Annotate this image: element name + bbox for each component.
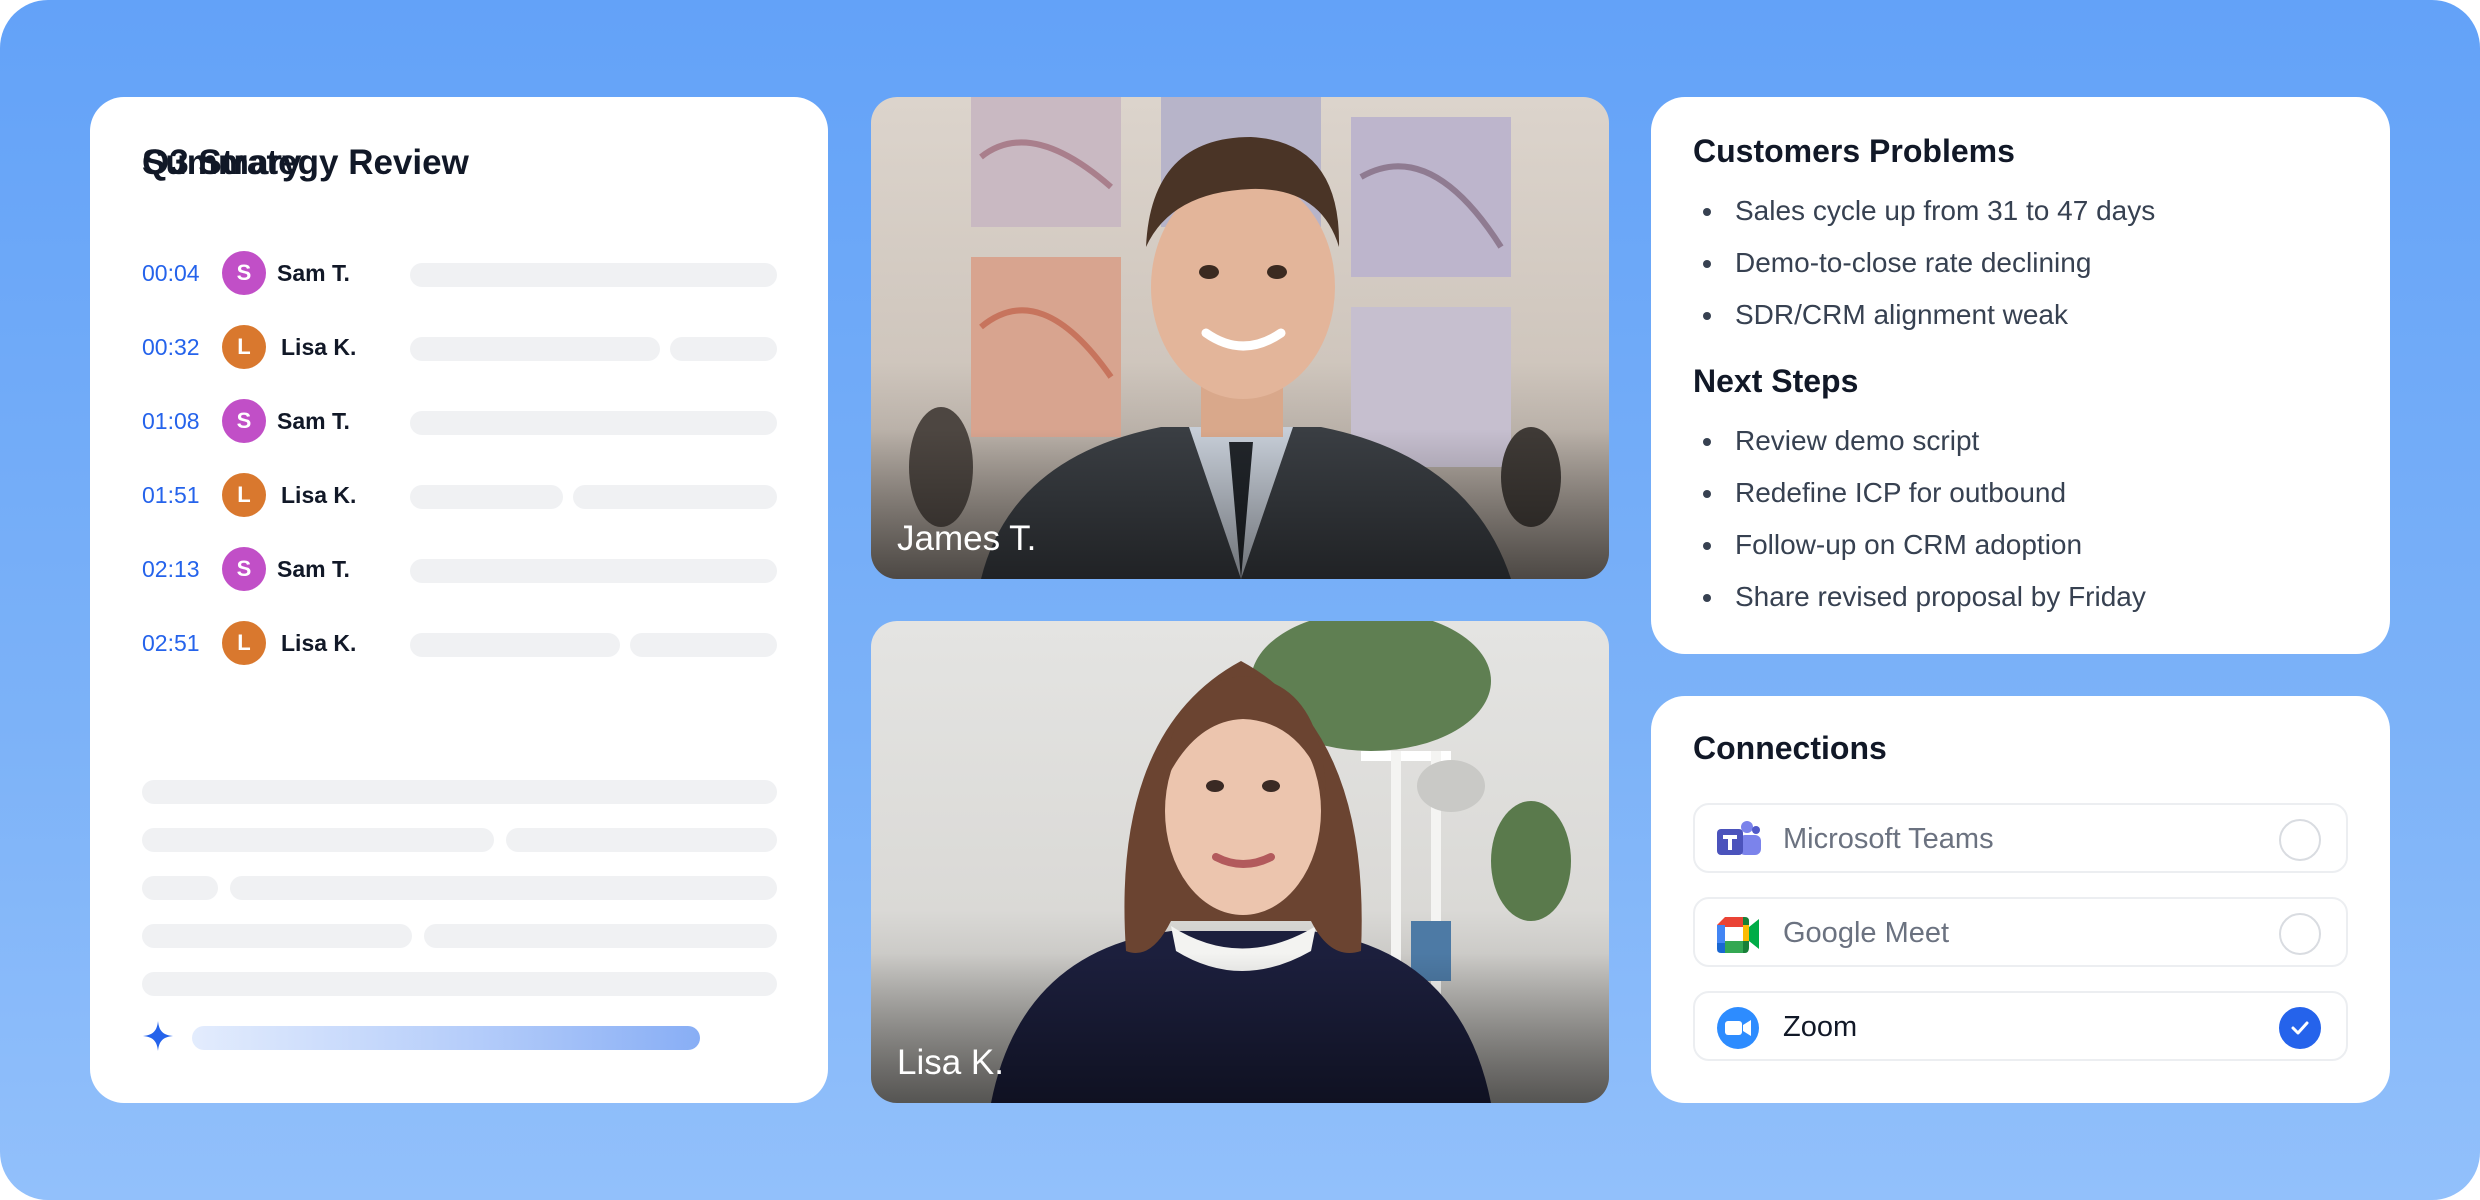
problems-heading: Customers Problems (1693, 133, 2015, 169)
list-item: Redefine ICP for outbound (1693, 467, 2146, 519)
summary-placeholder (142, 924, 412, 948)
summary-title: Summary (142, 143, 302, 182)
transcript-row[interactable]: 01:51 L Lisa K. (142, 471, 777, 521)
timestamp[interactable]: 00:32 (142, 334, 200, 361)
list-item: Share revised proposal by Friday (1693, 571, 2146, 623)
speaker-name: Sam T. (277, 556, 350, 582)
summary-placeholder (142, 828, 494, 852)
notes-card: Customers Problems Sales cycle up from 3… (1651, 97, 2390, 654)
transcript-row[interactable]: 02:13 S Sam T. (142, 545, 777, 595)
radio-button[interactable] (2279, 819, 2321, 861)
timestamp[interactable]: 02:51 (142, 630, 200, 657)
text-placeholder (410, 263, 777, 287)
radio-button[interactable] (2279, 913, 2321, 955)
video-tile-james[interactable]: James T. (871, 97, 1609, 579)
next-steps-heading: Next Steps (1693, 363, 1859, 399)
text-placeholder (410, 633, 620, 657)
speaker-name: Lisa K. (281, 630, 357, 656)
text-placeholder (670, 337, 777, 361)
avatar: S (222, 547, 266, 591)
summary-placeholder (142, 780, 777, 804)
connection-microsoft-teams[interactable]: Microsoft Teams (1693, 803, 2348, 873)
transcript-card: Q3 Strategy Review 00:04 S Sam T. 00:32 … (90, 97, 828, 1103)
list-item: Sales cycle up from 31 to 47 days (1693, 185, 2155, 237)
avatar: L (222, 473, 266, 517)
list-item: Demo-to-close rate declining (1693, 237, 2155, 289)
participant-name: Lisa K. (897, 1043, 1004, 1082)
text-placeholder (630, 633, 777, 657)
summary-placeholder (424, 924, 777, 948)
ai-generating-bar (192, 1026, 700, 1050)
timestamp[interactable]: 01:51 (142, 482, 200, 509)
connection-label: Zoom (1783, 1011, 1858, 1043)
google-meet-icon (1717, 917, 1759, 953)
connection-label: Microsoft Teams (1783, 823, 1994, 855)
participant-name: James T. (897, 519, 1037, 558)
transcript-row[interactable]: 00:04 S Sam T. (142, 249, 777, 299)
speaker-name: Sam T. (277, 408, 350, 434)
microsoft-teams-icon (1717, 821, 1761, 855)
avatar: L (222, 621, 266, 665)
text-placeholder (410, 411, 777, 435)
speaker-name: Sam T. (277, 260, 350, 286)
list-item: Follow-up on CRM adoption (1693, 519, 2146, 571)
avatar: L (222, 325, 266, 369)
avatar: S (222, 399, 266, 443)
text-placeholder (573, 485, 777, 509)
transcript-row[interactable]: 01:08 S Sam T. (142, 397, 777, 447)
timestamp[interactable]: 02:13 (142, 556, 200, 583)
transcript-row[interactable]: 02:51 L Lisa K. (142, 619, 777, 669)
avatar: S (222, 251, 266, 295)
timestamp[interactable]: 00:04 (142, 260, 200, 287)
connection-zoom[interactable]: Zoom (1693, 991, 2348, 1061)
text-placeholder (410, 485, 563, 509)
list-item: SDR/CRM alignment weak (1693, 289, 2155, 341)
connections-heading: Connections (1693, 730, 1887, 766)
connection-label: Google Meet (1783, 917, 1950, 949)
speaker-name: Lisa K. (281, 334, 357, 360)
background: Q3 Strategy Review 00:04 S Sam T. 00:32 … (0, 0, 2480, 1200)
zoom-icon (1717, 1007, 1759, 1049)
connection-google-meet[interactable]: Google Meet (1693, 897, 2348, 967)
video-tile-lisa[interactable]: Lisa K. (871, 621, 1609, 1103)
radio-button-checked[interactable] (2279, 1007, 2321, 1049)
transcript-row[interactable]: 00:32 L Lisa K. (142, 323, 777, 373)
list-item: Review demo script (1693, 415, 2146, 467)
problems-list: Sales cycle up from 31 to 47 days Demo-t… (1693, 185, 2155, 341)
summary-placeholder (142, 876, 218, 900)
speaker-name: Lisa K. (281, 482, 357, 508)
text-placeholder (410, 337, 660, 361)
text-placeholder (410, 559, 777, 583)
summary-placeholder (142, 972, 777, 996)
next-steps-list: Review demo script Redefine ICP for outb… (1693, 415, 2146, 623)
connections-card: Connections Microsoft Teams Google Meet … (1651, 696, 2390, 1103)
timestamp[interactable]: 01:08 (142, 408, 200, 435)
check-icon (2291, 1021, 2309, 1035)
summary-placeholder (506, 828, 777, 852)
summary-placeholder (230, 876, 777, 900)
sparkle-icon[interactable] (142, 1020, 174, 1052)
